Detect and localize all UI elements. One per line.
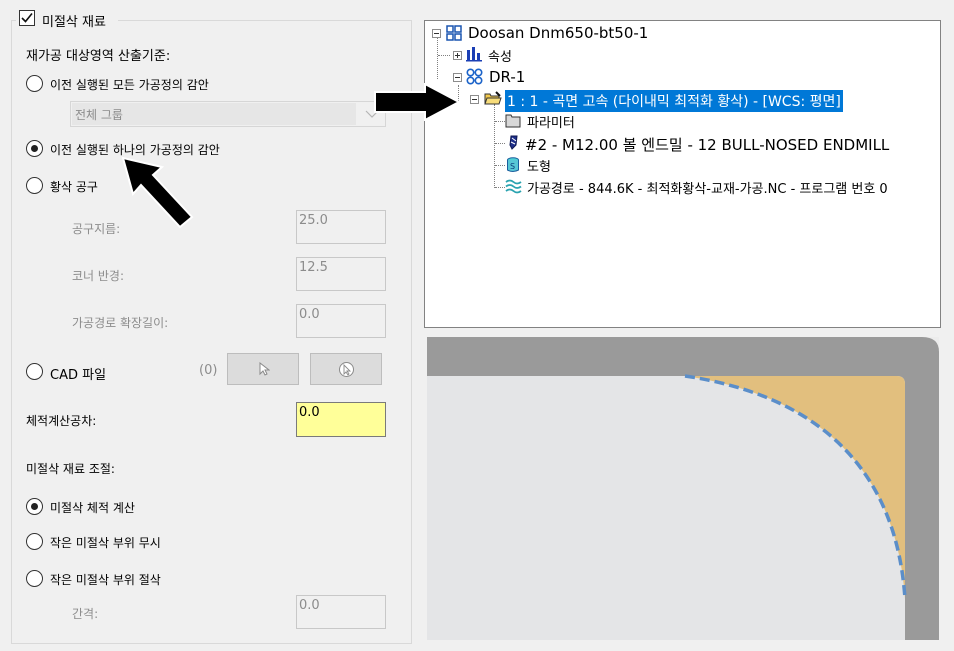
collapse-toggle[interactable]: [432, 29, 441, 38]
toolpath-extension-field[interactable]: 0.0: [296, 304, 386, 338]
collapse-toggle[interactable]: [453, 73, 462, 82]
volume-tolerance-field[interactable]: 0.0: [296, 402, 386, 437]
tree-node-properties[interactable]: 속성: [488, 46, 512, 65]
radio-all-previous[interactable]: [26, 75, 43, 92]
machine-group-icon: [446, 25, 462, 41]
criteria-heading: 재가공 대상영역 산출기준:: [26, 49, 171, 64]
select-cad-button[interactable]: [227, 353, 299, 385]
toolpath-extension-label: 가공경로 확장길이:: [72, 316, 169, 330]
rest-material-preview: [427, 337, 939, 640]
radio-compute-volume-label: 미절삭 체적 계산: [50, 501, 135, 515]
radio-rough-tool-label: 황삭 공구: [50, 180, 98, 194]
toolpath-group-icon: [466, 68, 483, 85]
tree-line: [495, 187, 505, 188]
clear-cad-button[interactable]: [310, 353, 382, 385]
toolpath-waves-icon: [505, 179, 522, 194]
tree-node-group[interactable]: DR-1: [489, 68, 525, 86]
radio-one-previous[interactable]: [26, 140, 43, 157]
operation-tree[interactable]: [424, 20, 941, 328]
volume-tolerance-label: 체적계산공차:: [26, 414, 97, 428]
tree-node-parameters[interactable]: 파라미터: [527, 112, 575, 131]
combo-value: 전체 그룹: [75, 108, 123, 122]
annotation-arrow-icon: [374, 83, 462, 121]
corner-radius-label: 코너 반경:: [72, 269, 125, 283]
open-folder-icon: [484, 91, 502, 105]
checkmark-icon: [21, 12, 33, 23]
radio-cut-small[interactable]: [26, 570, 43, 587]
tree-line: [495, 143, 505, 144]
tree-node-machine[interactable]: Doosan Dnm650-bt50-1: [468, 24, 648, 42]
tool-diameter-label: 공구지름:: [72, 222, 121, 236]
spacing-field[interactable]: 0.0: [296, 595, 386, 629]
properties-icon: [466, 47, 482, 62]
annotation-arrow-icon: [121, 156, 194, 229]
cursor-arrow-icon: [259, 362, 270, 376]
adjust-heading: 미절삭 재료 조절:: [26, 462, 115, 476]
expand-toggle[interactable]: [453, 51, 462, 60]
tree-node-toolpath[interactable]: 가공경로 - 844.6K - 최적화황삭-교재-가공.NC - 프로그램 번호…: [527, 178, 888, 197]
folder-icon: [505, 114, 521, 128]
tool-icon: [509, 135, 518, 150]
tool-diameter-field[interactable]: 25.0: [296, 210, 386, 244]
radio-compute-volume[interactable]: [26, 498, 43, 515]
tree-line: [494, 104, 495, 188]
radio-rough-tool[interactable]: [26, 177, 43, 194]
radio-ignore-small-label: 작은 미절삭 부위 무시: [50, 536, 161, 550]
geometry-icon: S: [507, 157, 519, 172]
rest-material-label: 미절삭 재료: [42, 15, 106, 30]
tree-node-tool[interactable]: #2 - M12.00 볼 엔드밀 - 12 BULL-NOSED ENDMIL…: [525, 134, 889, 155]
group-combobox[interactable]: 전체 그룹: [70, 101, 386, 127]
tree-node-operation[interactable]: 1 : 1 - 곡면 고속 (다이내믹 최적화 황삭) - [WCS: 평면]: [505, 90, 843, 112]
tree-node-geometry[interactable]: 도형: [527, 156, 551, 175]
collapse-toggle[interactable]: [470, 95, 479, 104]
radio-ignore-small[interactable]: [26, 533, 43, 550]
tree-line: [495, 121, 505, 122]
tree-line: [438, 55, 450, 56]
spacing-label: 간격:: [72, 607, 99, 621]
rest-material-checkbox[interactable]: [19, 10, 35, 26]
clear-selection-icon: [339, 362, 354, 377]
radio-cad-file-label: CAD 파일: [50, 368, 107, 383]
corner-radius-field[interactable]: 12.5: [296, 257, 386, 291]
radio-cad-file[interactable]: [26, 363, 43, 380]
svg-text:S: S: [510, 162, 515, 171]
cad-count: (0): [199, 363, 218, 378]
tree-line: [437, 37, 438, 79]
radio-all-previous-label: 이전 실행된 모든 가공정의 감안: [50, 78, 209, 92]
radio-cut-small-label: 작은 미절삭 부위 절삭: [50, 573, 161, 587]
tree-line: [495, 165, 505, 166]
